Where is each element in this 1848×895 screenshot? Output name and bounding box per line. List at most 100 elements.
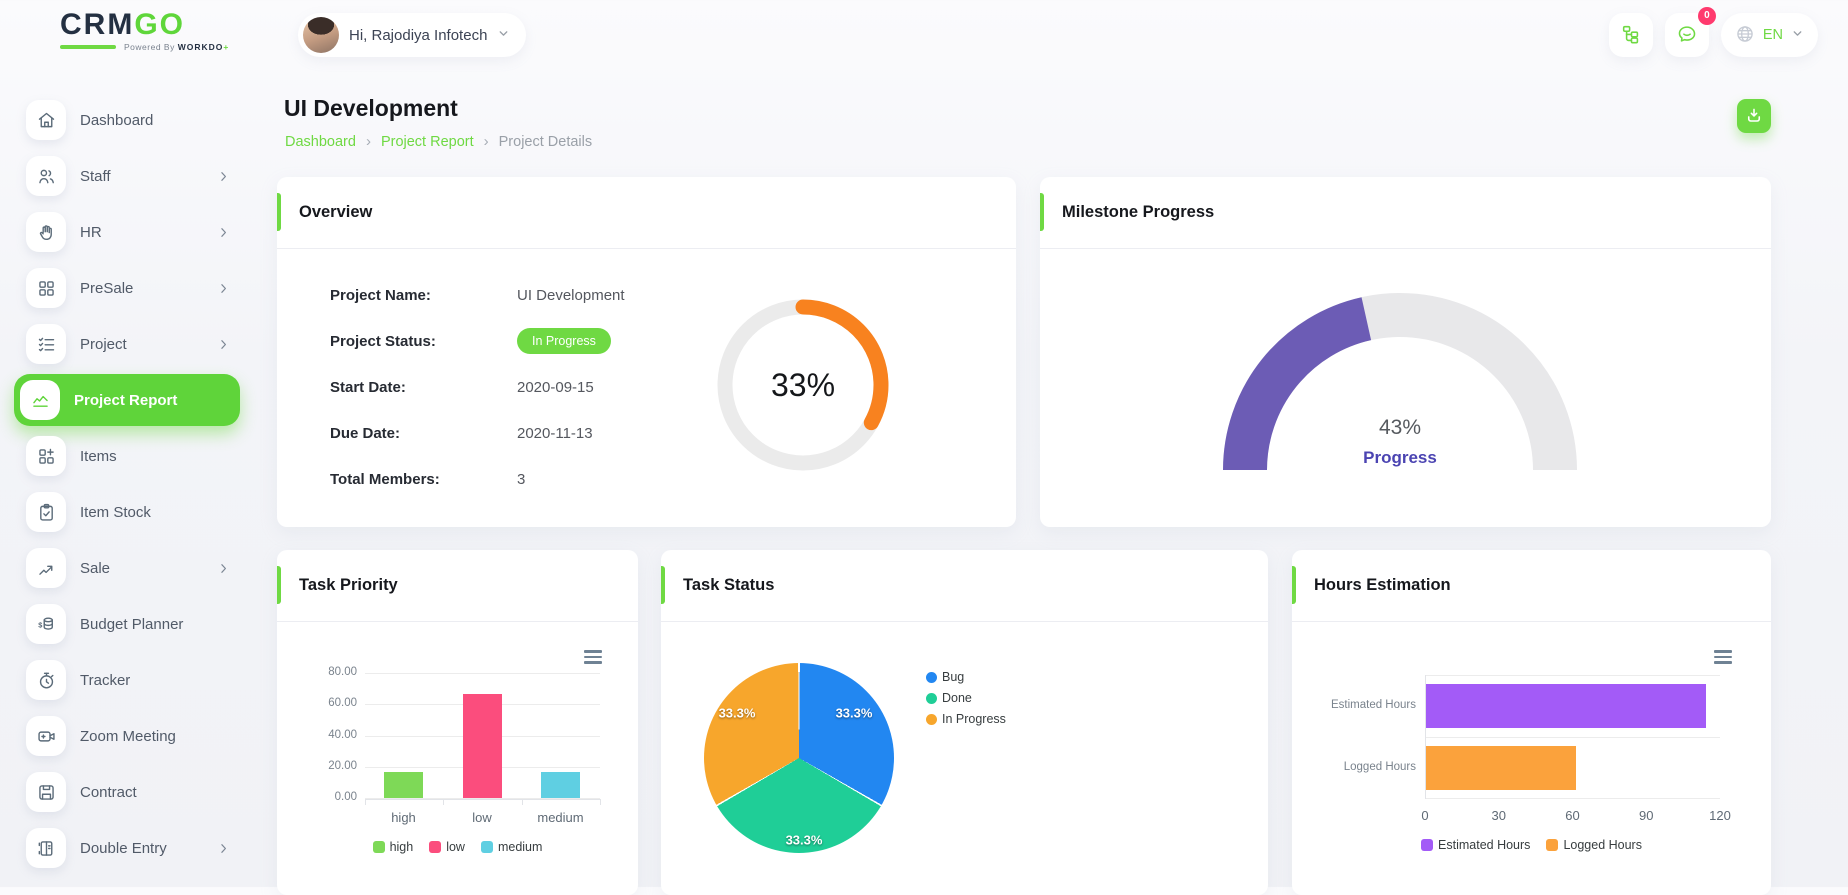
gauge-value: 43% bbox=[1220, 416, 1580, 440]
sidebar-item-item-stock[interactable]: Item Stock bbox=[14, 492, 240, 532]
tagline-plus: + bbox=[223, 42, 228, 52]
legend-chip bbox=[481, 841, 493, 853]
x-axis-tickmark bbox=[600, 799, 601, 805]
sidebar-item-presale[interactable]: PreSale bbox=[14, 268, 240, 308]
sidebar-item-project[interactable]: Project bbox=[14, 324, 240, 364]
field-label: Total Members: bbox=[330, 471, 517, 488]
breadcrumb-item-project-report[interactable]: Project Report bbox=[381, 134, 474, 150]
overview-field-project-status: Project Status:In Progress bbox=[330, 326, 611, 356]
legend-chip bbox=[373, 841, 385, 853]
x-axis-tick: 120 bbox=[1700, 808, 1740, 823]
card-accent-bar bbox=[661, 566, 665, 604]
legend-chip bbox=[926, 693, 937, 704]
messages-button[interactable]: 0 bbox=[1665, 13, 1709, 57]
language-code: EN bbox=[1763, 27, 1783, 43]
x-axis-tick: 60 bbox=[1553, 808, 1593, 823]
user-greeting: Hi, Rajodiya Infotech bbox=[349, 27, 487, 44]
sidebar-item-label: Budget Planner bbox=[80, 616, 183, 633]
grid-icon bbox=[26, 268, 66, 308]
field-label: Project Name: bbox=[330, 287, 517, 304]
legend-item-high[interactable]: high bbox=[373, 840, 414, 854]
legend-item-done[interactable]: Done bbox=[926, 691, 1006, 705]
sidebar-item-zoom-meeting[interactable]: Zoom Meeting bbox=[14, 716, 240, 756]
sidebar-item-items[interactable]: Items bbox=[14, 436, 240, 476]
overview-field-start-date: Start Date:2020-09-15 bbox=[330, 372, 594, 402]
hand-icon bbox=[26, 212, 66, 252]
brand-crm: CRM bbox=[60, 8, 134, 41]
legend-chip bbox=[1546, 839, 1558, 851]
chart-menu-icon[interactable] bbox=[1714, 650, 1732, 664]
overview-field-due-date: Due Date:2020-11-13 bbox=[330, 418, 593, 448]
x-axis-tickmark bbox=[365, 799, 366, 805]
stopwatch-icon bbox=[26, 660, 66, 700]
user-avatar bbox=[303, 17, 339, 53]
x-axis-tick: 0 bbox=[1405, 808, 1445, 823]
breadcrumb-separator: › bbox=[484, 133, 489, 150]
pie-graphic: 33.3%33.3%33.3% bbox=[704, 663, 894, 853]
language-selector[interactable]: EN bbox=[1721, 13, 1818, 57]
hours-estimation-card: Hours Estimation Estimated HoursLogged H… bbox=[1292, 550, 1771, 895]
sidebar-item-staff[interactable]: Staff bbox=[14, 156, 240, 196]
breadcrumb: Dashboard›Project Report›Project Details bbox=[285, 133, 592, 150]
x-axis-label: low bbox=[447, 810, 517, 825]
y-axis-tick: 40.00 bbox=[285, 729, 357, 741]
chart-menu-icon[interactable] bbox=[584, 650, 602, 664]
legend-item-estimated-hours[interactable]: Estimated Hours bbox=[1421, 838, 1530, 852]
sidebar-item-sale[interactable]: Sale bbox=[14, 548, 240, 588]
sitemap-button[interactable] bbox=[1609, 13, 1653, 57]
bar-estimated-hours bbox=[1426, 684, 1706, 728]
sidebar-item-hr[interactable]: HR bbox=[14, 212, 240, 252]
chat-icon bbox=[1676, 23, 1698, 48]
sidebar-item-label: Zoom Meeting bbox=[80, 728, 176, 745]
card-accent-bar bbox=[277, 566, 281, 604]
x-axis-line bbox=[365, 799, 600, 800]
sidebar-item-double-entry[interactable]: Double Entry bbox=[14, 828, 240, 868]
pie-slice-label-done: 33.3% bbox=[786, 833, 823, 848]
user-menu[interactable]: Hi, Rajodiya Infotech bbox=[298, 13, 526, 57]
overview-field-total-members: Total Members:3 bbox=[330, 464, 525, 494]
sidebar-item-budget-planner[interactable]: $ Budget Planner bbox=[14, 604, 240, 644]
brand-tagline: Powered By WORKDO+ bbox=[60, 42, 229, 52]
ledger-icon bbox=[26, 828, 66, 868]
legend-item-in-progress[interactable]: In Progress bbox=[926, 712, 1006, 726]
workdo-text: WORKDO bbox=[178, 42, 224, 52]
download-button[interactable] bbox=[1737, 99, 1771, 133]
task-status-card: Task Status 33.3%33.3%33.3%BugDoneIn Pro… bbox=[661, 550, 1268, 895]
row-gridline bbox=[1425, 737, 1720, 738]
breadcrumb-item-project-details: Project Details bbox=[499, 134, 592, 150]
category-label: Estimated Hours bbox=[1306, 699, 1416, 711]
sidebar-item-project-report[interactable]: Project Report bbox=[14, 374, 240, 426]
powered-by-text: Powered By bbox=[124, 42, 175, 52]
legend-item-logged-hours[interactable]: Logged Hours bbox=[1546, 838, 1642, 852]
svg-text:$: $ bbox=[38, 620, 42, 629]
chevron-right-icon bbox=[217, 226, 230, 239]
legend-item-medium[interactable]: medium bbox=[481, 840, 542, 854]
download-icon bbox=[1745, 106, 1763, 127]
sidebar-item-dashboard[interactable]: Dashboard bbox=[14, 100, 240, 140]
field-label: Start Date: bbox=[330, 379, 517, 396]
field-value: 2020-09-15 bbox=[517, 379, 594, 396]
bar-high bbox=[384, 772, 423, 798]
home-icon bbox=[26, 100, 66, 140]
sidebar-item-tracker[interactable]: Tracker bbox=[14, 660, 240, 700]
field-value: UI Development bbox=[517, 287, 625, 304]
chart-legend: Estimated Hours Logged Hours bbox=[1292, 838, 1771, 852]
chevron-right-icon bbox=[217, 842, 230, 855]
bar-medium bbox=[541, 772, 580, 798]
y-axis-tick: 20.00 bbox=[285, 760, 357, 772]
status-badge: In Progress bbox=[517, 328, 611, 354]
card-accent-bar bbox=[1292, 566, 1296, 604]
sidebar-item-label: HR bbox=[80, 224, 102, 241]
sidebar-item-contract[interactable]: Contract bbox=[14, 772, 240, 812]
field-value: 2020-11-13 bbox=[517, 425, 593, 442]
sidebar-item-label: Sale bbox=[80, 560, 110, 577]
users-icon bbox=[26, 156, 66, 196]
legend-item-low[interactable]: low bbox=[429, 840, 465, 854]
card-title: Overview bbox=[299, 203, 372, 222]
x-axis-label: medium bbox=[526, 810, 596, 825]
card-title: Task Priority bbox=[299, 576, 398, 595]
row-gridline bbox=[1425, 798, 1720, 799]
breadcrumb-item-dashboard[interactable]: Dashboard bbox=[285, 134, 356, 150]
legend-item-bug[interactable]: Bug bbox=[926, 670, 1006, 684]
floppy-icon bbox=[26, 772, 66, 812]
